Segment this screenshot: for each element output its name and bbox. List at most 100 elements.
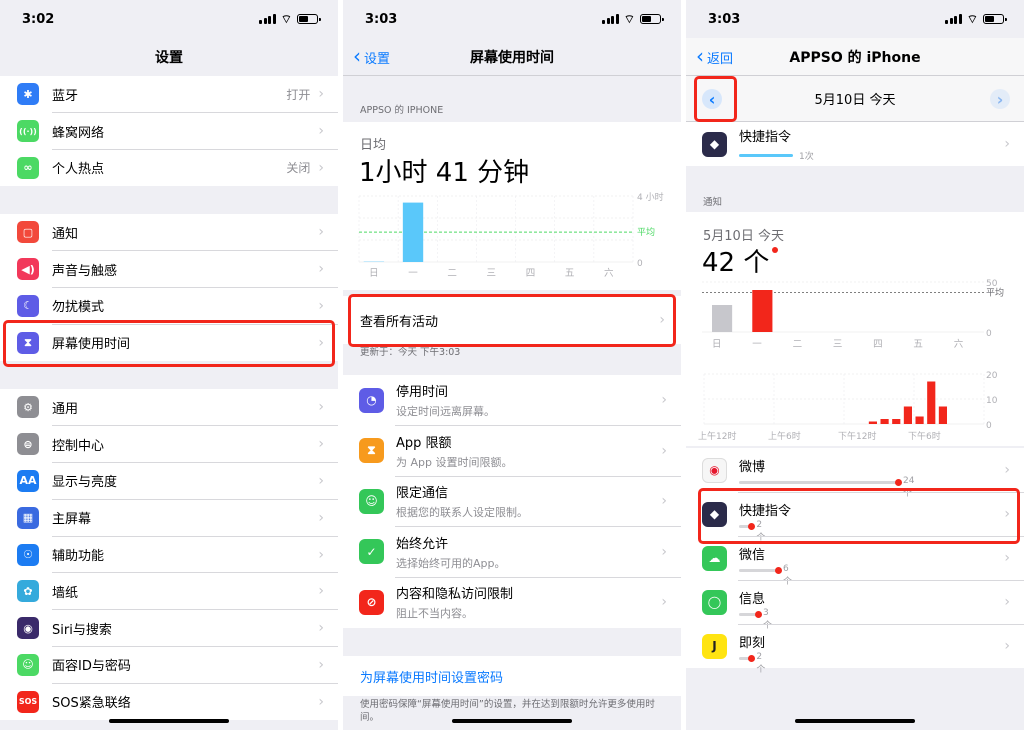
count-dot [748,655,756,662]
day-label: 四 [526,268,536,279]
chevron-right-icon: › [661,442,667,459]
hourly-bar [915,416,924,424]
app-notification-row[interactable]: ◯ 信息 3 个 › [686,580,1024,631]
wechat-icon: ☁ [702,545,727,571]
moon-icon: ☾ [17,294,39,317]
highlight-previous-day [694,76,737,122]
settings-row[interactable]: ☾ 勿扰模式 › [0,288,338,325]
wallpaper-icon: ✿ [17,580,39,603]
count-dot [895,479,902,486]
downtime-icon: ◔ [359,387,384,413]
home-screen-icon: ▦ [17,506,39,529]
settings-row-label: 墙纸 [52,585,79,601]
signal-icon [602,14,619,24]
day-label: 日 [369,268,379,279]
settings-row[interactable]: ▢ 通知 › [0,214,338,251]
hour-label: 上午12时 [698,430,736,442]
cellular-icon: ((·)) [17,120,39,143]
settings-row[interactable]: ◀) 声音与触感 › [0,251,338,288]
status-bar: 3:02 ⌔ [0,0,338,38]
chevron-left-icon: ‹ [353,44,361,68]
passcode-link[interactable]: 为屏幕使用时间设置密码 [360,667,503,686]
settings-row-label: SOS紧急联络 [52,696,131,712]
app-notification-row[interactable]: ◉ 微博 24 个 › [686,448,1024,499]
chevron-right-icon: › [318,261,324,278]
chevron-right-icon: › [1004,136,1010,152]
settings-row[interactable]: AA 显示与亮度 › [0,463,338,500]
app-notification-row[interactable]: J 即刻 2 个 › [686,624,1024,675]
back-button[interactable]: ‹ 设置 [353,38,390,76]
status-time: 3:03 [708,11,741,27]
hourly-bar [892,419,901,424]
axis-label: 10 [986,396,998,406]
chevron-right-icon: › [318,436,324,453]
chevron-right-icon: › [1004,594,1010,610]
top-app-row[interactable]: ◆ 快捷指令 1次 › [686,122,1024,166]
settings-row[interactable]: ☉ 辅助功能 › [0,536,338,573]
settings-row[interactable]: SOS SOS紧急联络 › [0,683,338,720]
next-day-button[interactable]: › [990,89,1010,109]
usage-bar [402,202,424,262]
settings-row[interactable]: ✱ 蓝牙 打开 › [0,76,338,113]
day-label: 四 [873,339,883,350]
settings-row[interactable]: ✿ 墙纸 › [0,573,338,610]
hourly-bar [938,406,947,424]
face-id-icon: ☺ [17,653,39,676]
highlight-screen-time [3,320,335,367]
settings-row-value: 关闭 [286,161,311,176]
back-button[interactable]: ‹ 返回 [696,38,733,76]
nav-bar: ‹ 设置 屏幕使用时间 [343,38,681,76]
settings-row-label: 控制中心 [52,438,105,454]
screen-time-option[interactable]: ✓ 始终允许 选择始终可用的App。 › [343,527,681,578]
daily-average-value: 1小时 41 分钟 [359,158,530,188]
settings-row[interactable]: ∞ 个人热点 关闭 › [0,150,338,187]
chevron-right-icon: › [318,159,324,176]
day-label: 二 [793,339,803,350]
screen-time-option[interactable]: ⊘ 内容和隐私访问限制 阻止不当内容。 › [343,577,681,628]
axis-zero-label: 0 [637,259,643,269]
option-title: 停用时间 [396,385,449,401]
hourglass-icon: ⧗ [359,438,384,464]
status-time: 3:03 [365,11,398,27]
day-label: 六 [604,267,614,279]
settings-row[interactable]: ⊜ 控制中心 › [0,426,338,463]
axis-max-label: 4 小时 [637,191,664,203]
settings-row[interactable]: ◉ Siri与搜索 › [0,610,338,647]
chevron-right-icon: › [1004,462,1010,478]
average-label: 平均 [986,287,1004,299]
hotspot-icon: ∞ [17,156,39,179]
option-subtitle: 为 App 设置时间限额。 [396,455,513,469]
screen-time-option[interactable]: ☺ 限定通信 根据您的联系人设定限制。 › [343,476,681,527]
signal-icon [945,14,962,24]
settings-row-label: 声音与触感 [52,263,118,279]
siri-icon: ◉ [17,617,39,640]
nav-bar: 设置 [0,38,338,76]
settings-row-label: 个人热点 [52,162,105,178]
chevron-right-icon: › [318,509,324,526]
chevron-right-icon: › [661,392,667,409]
chevron-left-icon: ‹ [696,44,704,68]
usage-card[interactable]: 日均 1小时 41 分钟 4 小时 0 平均日 一 二 三 四 五 六 [343,122,681,290]
chevron-right-icon: › [661,543,667,560]
device-header: APPSO 的 IPHONE [360,105,444,116]
settings-row-value: 打开 [286,87,311,102]
settings-row[interactable]: ☺ 面容ID与密码 › [0,647,338,684]
day-label: 三 [833,339,843,350]
page-title: 屏幕使用时间 [470,49,554,66]
notification-bar [752,290,773,332]
status-time: 3:02 [22,11,55,27]
chevron-right-icon: › [318,472,324,489]
restriction-icon: ⊘ [359,589,384,615]
passcode-row[interactable]: 为屏幕使用时间设置密码 [343,656,681,696]
chevron-right-icon: › [318,693,324,710]
chevron-right-icon: › [1004,638,1010,654]
settings-row[interactable]: ⚙ 通用 › [0,389,338,426]
screen-time-option[interactable]: ◔ 停用时间 设定时间远离屏幕。 › [343,375,681,426]
settings-row[interactable]: ▦ 主屏幕 › [0,499,338,536]
settings-row[interactable]: ((·)) 蜂窝网络 › [0,113,338,150]
axis-zero-label: 0 [986,329,992,339]
battery-icon [640,14,664,24]
settings-row-label: 面容ID与密码 [52,659,131,675]
screen-time-option[interactable]: ⧗ App 限额为 App 设置时间限额。 › [343,426,681,477]
settings-row-label: 蓝牙 [52,88,79,104]
